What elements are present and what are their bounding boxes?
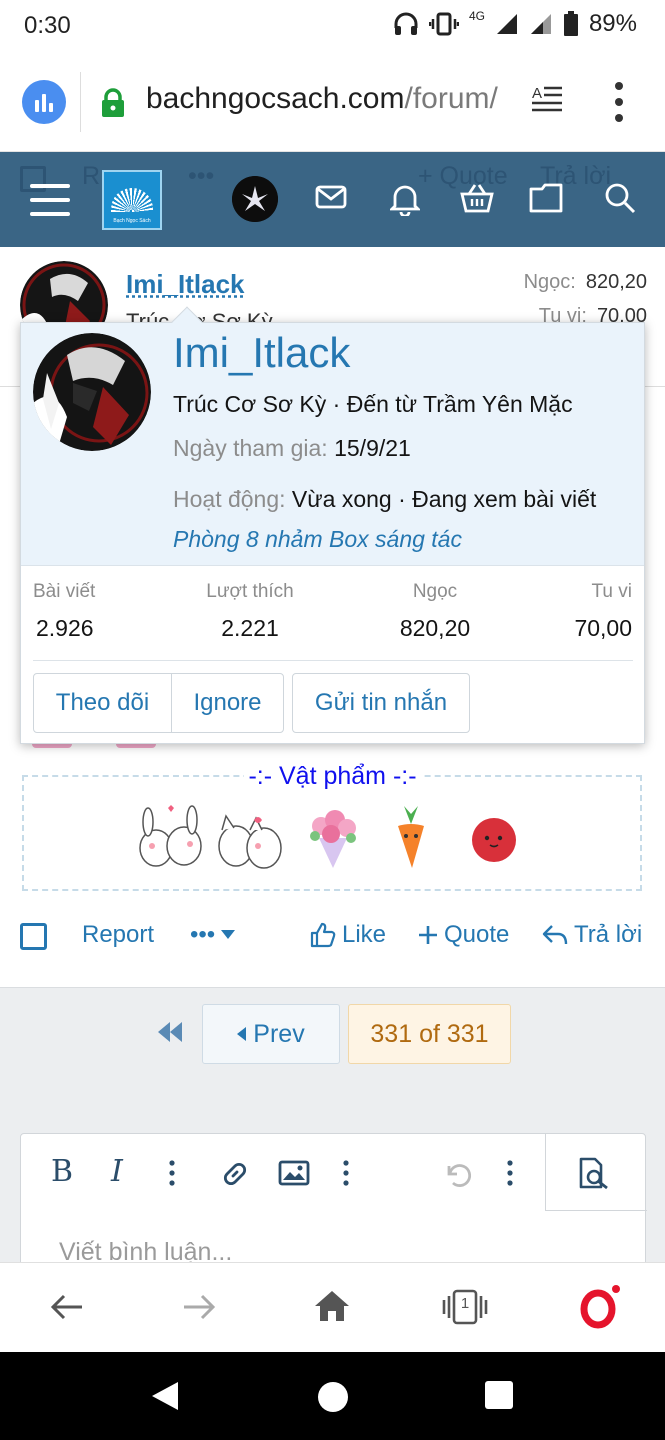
folder-icon[interactable] [528,182,564,214]
battery-percent: 89% [588,10,637,37]
plus-icon [419,926,437,944]
status-bar: 0:30 4G 89% [0,0,665,52]
activity-thread-link[interactable]: Phòng 8 nhảm Box sáng tác [173,526,462,552]
ghost-report: R [82,162,101,190]
italic-button[interactable]: I [111,1154,123,1189]
basket-icon[interactable] [459,182,495,214]
bell-icon[interactable] [390,182,420,216]
cats-hug-sticker [218,814,282,869]
signal-secondary-icon [530,14,551,34]
menu-hamburger-icon[interactable] [30,184,70,216]
flower-bouquet-sticker [310,810,356,868]
toolbar-separator [545,1134,546,1210]
nav-back-icon[interactable] [150,1380,180,1412]
editor-options-icon[interactable] [507,1160,513,1186]
search-icon[interactable] [604,182,636,214]
bold-button[interactable]: B [51,1154,73,1189]
report-button[interactable]: Report [82,921,154,949]
url-divider [80,72,81,132]
ignore-button[interactable]: Ignore [171,673,284,733]
logo-fan-icon [111,188,153,212]
send-message-button[interactable]: Gửi tin nhắn [292,673,470,733]
tabs-button[interactable]: 1 [442,1289,488,1330]
stat-tuvi: Tu vi 70,00 [574,581,632,641]
first-page-icon[interactable] [156,1020,184,1044]
nav-home-icon[interactable] [316,1380,350,1414]
android-nav-bar [0,1352,665,1440]
carrot-sticker [398,806,424,868]
post-actions: Report ••• Like Quote Trả lời [0,913,665,963]
card-joined: Ngày tham gia: 15/9/21 [173,435,411,461]
member-tooltip-card: Imi_Itlack Trúc Cơ Sơ Kỳ · Đến từ Trầm Y… [20,306,645,744]
back-arrow-icon[interactable] [50,1293,84,1321]
card-activity: Hoạt động: Vừa xong · Đang xem bài viết … [173,486,597,552]
reader-mode-icon[interactable]: A [530,84,564,116]
bunnies-kiss-sticker [139,805,202,867]
anime-avatar-icon [33,333,151,451]
reply-button[interactable]: Trả lời [542,921,642,949]
network-type: 4G [468,9,485,23]
card-header: Imi_Itlack Trúc Cơ Sơ Kỳ · Đến từ Trầm Y… [21,323,644,566]
red-ball-sticker [472,818,516,862]
reply-arrow-icon [542,925,568,945]
card-avatar[interactable] [33,333,151,451]
avatar-flower-icon [232,176,278,222]
current-page-indicator[interactable]: 331 of 331 [348,1004,511,1064]
caret-left-icon [237,1027,247,1041]
post-username-link[interactable]: Imi_Itlack [126,269,245,300]
stat-ngoc: Ngọc 820,20 [399,581,471,641]
browser-bottom-bar: 1 [0,1262,665,1352]
like-button[interactable]: Like [310,921,386,949]
logo-text: Bạch Ngọc Sách [113,218,151,224]
headphones-icon [394,12,418,35]
url-path: /forum/ [404,82,498,115]
card-stats: Bài viết 2.926 Lượt thích 2.221 Ngọc 820,20… [21,581,644,651]
card-username[interactable]: Imi_Itlack [173,329,350,377]
status-time: 0:30 [24,12,71,39]
url-domain: bachngocsach.com [146,82,405,115]
items-title: -:- Vật phẩm -:- [0,762,665,791]
link-icon[interactable] [219,1158,251,1190]
stat-posts: Bài viết 2.926 [33,581,96,641]
undo-icon[interactable] [441,1158,473,1190]
signal-icon [496,14,517,34]
ghost-more: ••• [188,162,215,190]
card-divider [33,660,633,661]
thumbs-up-icon [310,922,336,948]
site-logo[interactable]: Bạch Ngọc Sách [102,170,162,230]
browser-url-bar: bachngocsach.com/forum/ A [0,52,665,152]
header-user-avatar[interactable] [232,176,278,222]
insert-more-icon[interactable] [343,1160,349,1186]
reply-editor[interactable]: B I Viết bình luận... [20,1133,647,1273]
post-stat-ngoc: Ngọc: 820,20 [523,271,647,293]
more-actions-button[interactable]: ••• [190,921,236,949]
card-rank-location: Trúc Cơ Sơ Kỳ · Đến từ Trầm Yên Mặc [173,391,573,417]
nav-recents-icon[interactable] [484,1380,514,1410]
more-format-icon[interactable] [169,1160,175,1186]
lock-icon[interactable] [100,88,126,118]
image-icon[interactable] [278,1160,310,1186]
post-select-checkbox[interactable] [20,923,47,950]
pagination-bar: Prev 331 of 331 [0,987,665,1115]
tabs-count: 1 [460,1295,470,1312]
svg-text:A: A [532,85,542,102]
mail-icon[interactable] [314,182,348,212]
battery-icon [563,11,578,36]
quote-button[interactable]: Quote [418,921,509,949]
url-field[interactable]: bachngocsach.com/forum/ [146,82,498,116]
preview-icon[interactable] [577,1156,611,1190]
data-savings-icon[interactable] [22,80,66,124]
forward-arrow-icon[interactable] [182,1293,216,1321]
caret-down-icon [221,930,236,939]
opera-menu-icon[interactable] [578,1283,624,1329]
stat-likes: Lượt thích 2.221 [206,581,294,641]
site-header: R ••• + Quote Trả lời Bạch Ngọc Sách [0,152,665,247]
reply-editor-zone: B I Viết bình luận... [0,1115,665,1273]
follow-button[interactable]: Theo dõi [33,673,172,733]
toolbar-underline [545,1210,647,1211]
vibrate-icon [428,12,459,36]
browser-menu-icon[interactable] [612,82,626,122]
home-icon[interactable] [313,1289,351,1323]
prev-page-button[interactable]: Prev [202,1004,340,1064]
